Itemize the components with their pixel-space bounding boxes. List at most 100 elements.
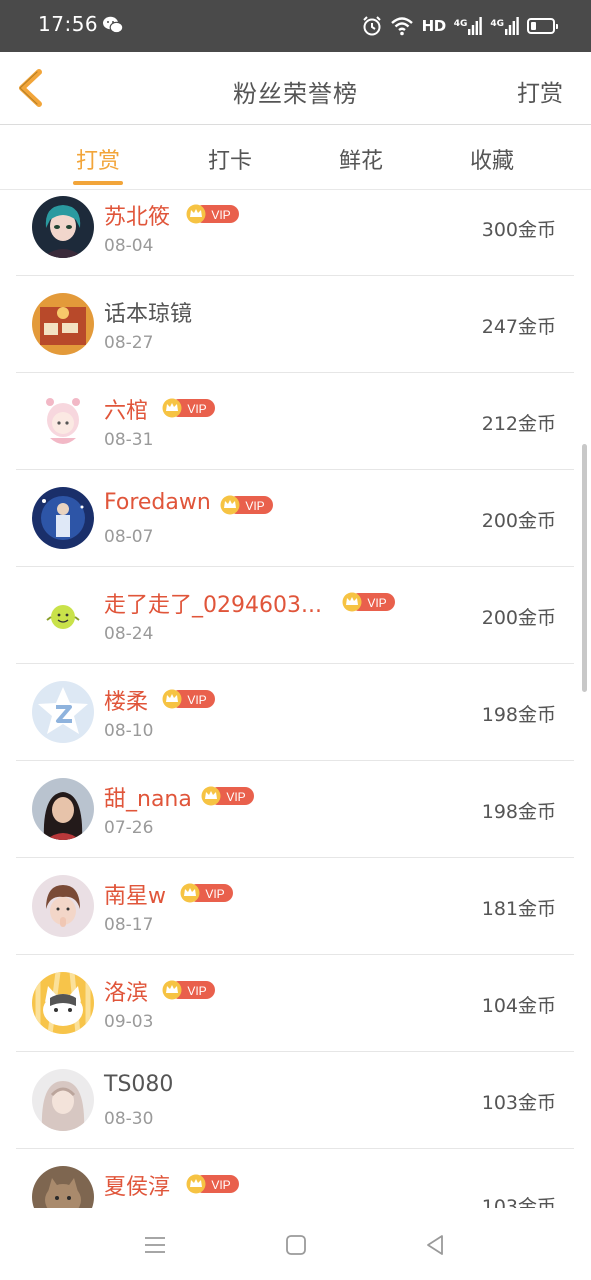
active-tab-indicator <box>73 181 123 185</box>
home-icon[interactable] <box>283 1232 309 1258</box>
list-item[interactable]: Foredawn VIP 08-07 200金币 <box>16 469 574 567</box>
fan-name: 苏北筱 <box>104 205 171 230</box>
signal-label-1: 4G <box>453 19 468 29</box>
fan-date: 08-07 <box>104 527 154 547</box>
wechat-icon <box>103 16 124 34</box>
fan-date: 08-10 <box>104 721 154 741</box>
alarm-icon <box>362 16 381 36</box>
coin-amount: 198金币 <box>481 801 556 823</box>
coin-amount: 300金币 <box>481 219 556 241</box>
coin-amount: 200金币 <box>481 607 556 629</box>
list-item[interactable]: 话本琼镜 08-27 247金币 <box>16 275 574 373</box>
avatar <box>32 390 94 452</box>
signal-indicator-2: 4G <box>490 17 519 35</box>
list-item[interactable]: 夏侯淳 VIP 103金币 <box>16 1148 574 1208</box>
tab-bar: 打赏 打卡 鲜花 收藏 <box>0 125 591 190</box>
vip-label: VIP <box>205 887 224 901</box>
vip-badge: VIP <box>220 495 274 515</box>
coin-amount: 200金币 <box>481 510 556 532</box>
signal-bars-icon <box>468 17 483 35</box>
list-item[interactable]: 走了走了_0294603... VIP 08-24 200金币 <box>16 566 574 664</box>
page-header: 粉丝荣誉榜 打赏 <box>0 52 591 125</box>
fan-name: TS080 <box>104 1072 174 1097</box>
avatar <box>32 293 94 355</box>
menu-icon[interactable] <box>142 1232 168 1258</box>
list-item[interactable]: 甜_nana VIP 07-26 198金币 <box>16 760 574 858</box>
scrollbar[interactable] <box>582 444 587 692</box>
fan-name: 话本琼镜 <box>104 302 193 327</box>
hd-label: HD <box>421 17 447 35</box>
fan-name: 洛滨 <box>104 981 149 1006</box>
fan-name: 夏侯淳 <box>104 1175 171 1200</box>
fan-date: 08-04 <box>104 236 154 256</box>
coin-amount: 103金币 <box>481 1092 556 1114</box>
avatar <box>32 584 94 646</box>
page-title: 粉丝荣誉榜 <box>233 80 358 108</box>
signal-indicator-1: 4G <box>454 17 483 35</box>
list-item[interactable]: 六棺 VIP 08-31 212金币 <box>16 372 574 470</box>
avatar <box>32 1069 94 1131</box>
vip-badge: VIP <box>162 980 216 1000</box>
avatar <box>32 972 94 1034</box>
vip-label: VIP <box>226 790 245 804</box>
tab-reward[interactable]: 打赏 <box>58 143 138 175</box>
vip-label: VIP <box>187 693 206 707</box>
vip-label: VIP <box>187 402 206 416</box>
back-icon[interactable] <box>422 1232 448 1258</box>
fan-date: 08-27 <box>104 333 154 353</box>
vip-badge: VIP <box>342 592 396 612</box>
signal-label-2: 4G <box>490 19 504 29</box>
avatar <box>32 778 94 840</box>
tab-flowers[interactable]: 鲜花 <box>321 143 401 175</box>
vip-label: VIP <box>211 1178 230 1192</box>
list-item[interactable]: TS080 08-30 103金币 <box>16 1051 574 1149</box>
vip-badge: VIP <box>201 786 255 806</box>
status-time: 17:56 <box>38 12 99 36</box>
fan-name: 楼柔 <box>104 690 149 715</box>
vip-label: VIP <box>211 208 230 222</box>
coin-amount: 212金币 <box>481 413 556 435</box>
list-item[interactable]: 洛滨 VIP 09-03 104金币 <box>16 954 574 1052</box>
vip-label: VIP <box>367 596 386 610</box>
fan-name: 走了走了_0294603... <box>104 593 322 618</box>
fan-date: 08-30 <box>104 1109 154 1129</box>
vip-badge: VIP <box>180 883 234 903</box>
avatar <box>32 487 94 549</box>
fan-name: 六棺 <box>104 399 149 424</box>
tab-checkin[interactable]: 打卡 <box>190 143 270 175</box>
avatar <box>32 196 94 258</box>
coin-amount: 181金币 <box>481 898 556 920</box>
avatar <box>32 681 94 743</box>
coin-amount: 198金币 <box>481 704 556 726</box>
fan-date: 08-24 <box>104 624 154 644</box>
list-item[interactable]: 楼柔 VIP 08-10 198金币 <box>16 663 574 761</box>
status-bar: 17:56 HD 4G 4G <box>0 0 591 52</box>
avatar <box>32 1166 94 1208</box>
list-item[interactable]: 苏北筱 VIP 08-04 300金币 <box>16 190 574 276</box>
fan-name: Foredawn <box>104 490 211 515</box>
fan-date: 07-26 <box>104 818 154 838</box>
avatar <box>32 875 94 937</box>
tab-favorites[interactable]: 收藏 <box>452 143 532 175</box>
fan-date: 09-03 <box>104 1012 154 1032</box>
coin-amount: 104金币 <box>481 995 556 1017</box>
coin-amount: 103金币 <box>481 1196 556 1208</box>
reward-button[interactable]: 打赏 <box>517 74 563 108</box>
list-item[interactable]: 南星w VIP 08-17 181金币 <box>16 857 574 955</box>
fan-name: 南星w <box>104 884 166 909</box>
system-nav-bar <box>0 1208 591 1280</box>
fan-date: 08-31 <box>104 430 154 450</box>
fan-list[interactable]: 苏北筱 VIP 08-04 300金币 话本琼镜 08-27 247金币 六棺 … <box>0 190 591 1208</box>
vip-badge: VIP <box>186 204 240 224</box>
vip-badge: VIP <box>162 398 216 418</box>
wifi-icon <box>390 17 413 36</box>
vip-label: VIP <box>187 984 206 998</box>
fan-date: 08-17 <box>104 915 154 935</box>
vip-label: VIP <box>245 499 264 513</box>
signal-bars-icon <box>505 17 519 35</box>
coin-amount: 247金币 <box>481 316 556 338</box>
fan-name: 甜_nana <box>104 787 192 812</box>
battery-icon <box>527 18 558 34</box>
vip-badge: VIP <box>162 689 216 709</box>
vip-badge: VIP <box>186 1174 240 1194</box>
